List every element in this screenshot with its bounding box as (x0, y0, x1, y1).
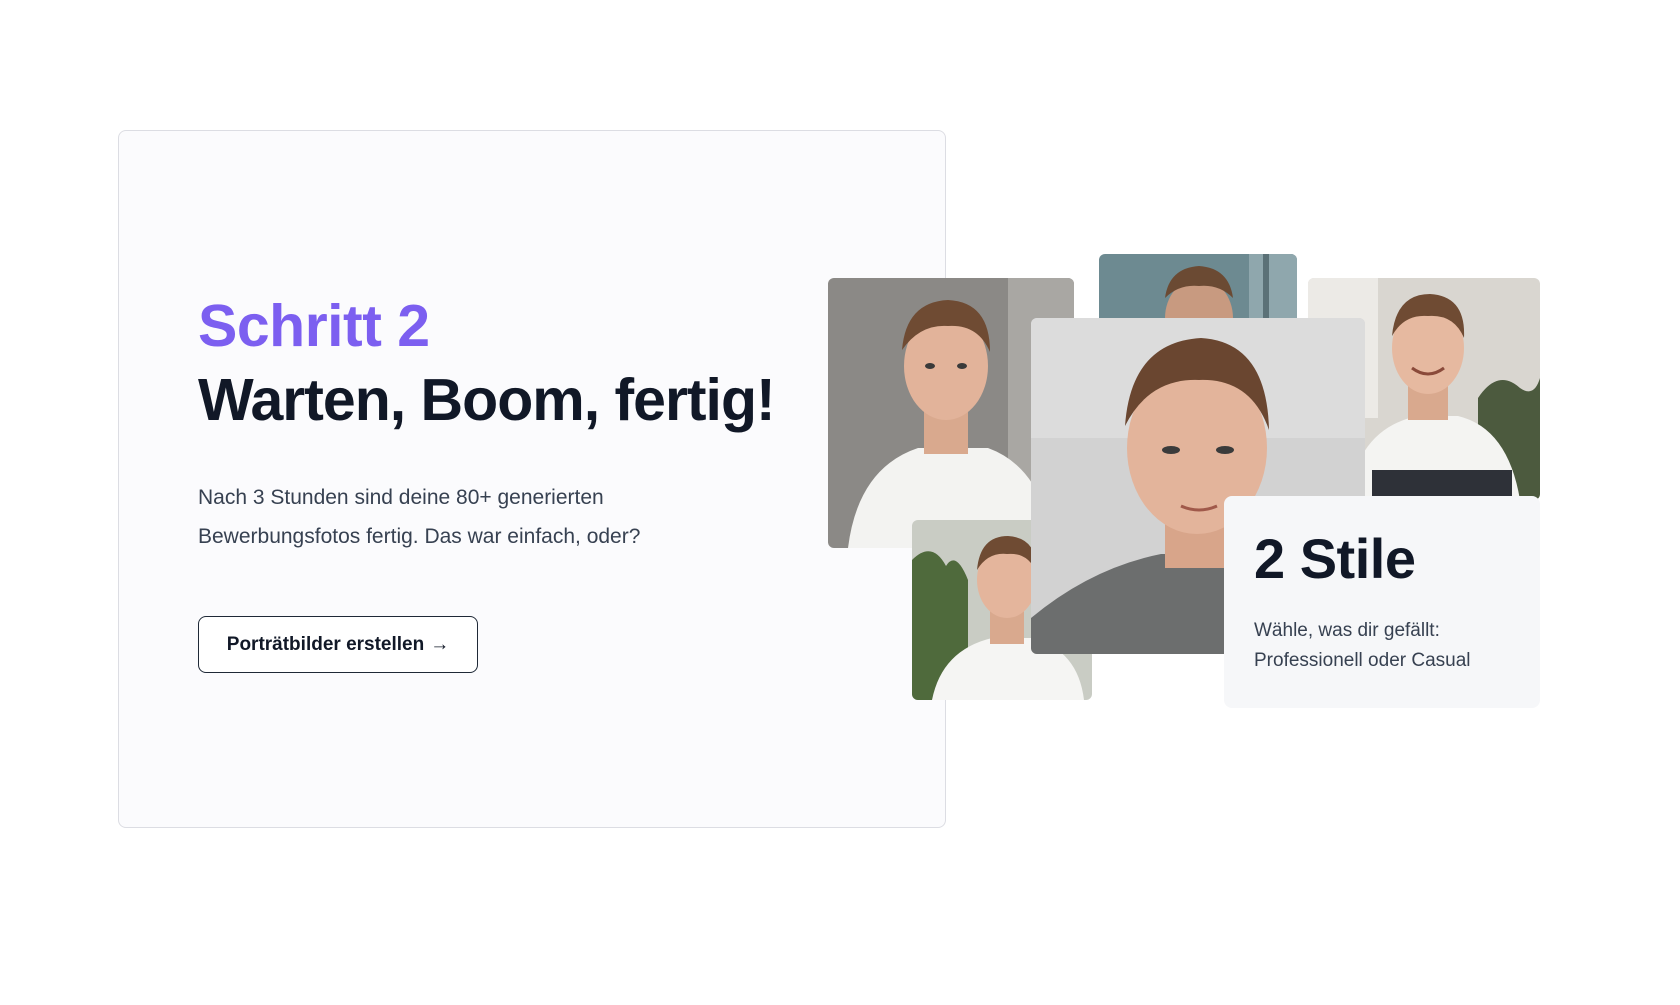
step-label: Schritt 2 (198, 293, 430, 359)
styles-info-card: 2 Stile Wähle, was dir gefällt: Professi… (1224, 496, 1540, 708)
styles-description: Wähle, was dir gefällt: Professionell od… (1254, 616, 1471, 676)
step-title: Warten, Boom, fertig! (198, 367, 776, 433)
create-portraits-button[interactable]: Porträtbilder erstellen → (198, 616, 478, 673)
arrow-right-icon: → (430, 633, 450, 655)
styles-title: 2 Stile (1254, 527, 1416, 590)
step-description-line: Bewerbungsfotos fertig. Das war einfach,… (198, 525, 641, 548)
step-description-line: Nach 3 Stunden sind deine 80+ generierte… (198, 486, 604, 509)
portrait-photo-window (1099, 254, 1297, 318)
step-description: Nach 3 Stunden sind deine 80+ generierte… (198, 478, 718, 556)
styles-description-line: Professionell oder Casual (1254, 650, 1471, 671)
styles-description-line: Wähle, was dir gefällt: (1254, 620, 1440, 641)
create-portraits-label: Porträtbilder erstellen (226, 633, 425, 655)
